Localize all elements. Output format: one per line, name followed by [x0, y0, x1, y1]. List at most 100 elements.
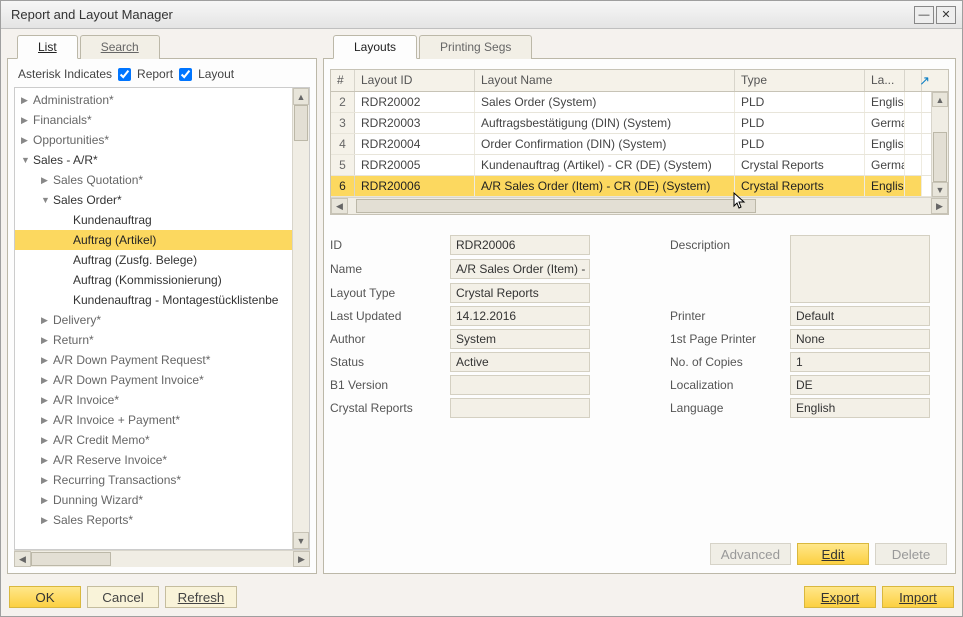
language-label: Language [670, 401, 780, 415]
chevron-icon [41, 475, 53, 486]
col-header-language[interactable]: La... [865, 70, 905, 91]
grid-scroll-left-icon[interactable]: ◀ [331, 198, 348, 214]
tab-printing-segs-label: Printing Segs [440, 40, 511, 54]
layout-checkbox[interactable] [179, 68, 192, 81]
expand-grid-icon[interactable]: ↗ [919, 73, 930, 89]
tree-item[interactable]: Auftrag (Artikel) [15, 230, 292, 250]
tree-item-label: Dunning Wizard* [53, 493, 143, 507]
description-label: Description [670, 238, 780, 252]
grid-vertical-scrollbar[interactable]: ▲ ▼ [931, 92, 948, 197]
tree-item-label: Kundenauftrag - Montagestücklistenbe [73, 293, 278, 307]
tree-item[interactable]: Auftrag (Zusfg. Belege) [15, 250, 292, 270]
tree-vertical-scrollbar[interactable]: ▲ ▼ [292, 88, 309, 549]
col-header-layout-name[interactable]: Layout Name [475, 70, 735, 91]
tree-item[interactable]: Recurring Transactions* [15, 470, 292, 490]
cell-scroll-spacer [905, 155, 922, 175]
cell-name: Kundenauftrag (Artikel) - CR (DE) (Syste… [475, 155, 735, 175]
cell-type: PLD [735, 113, 865, 133]
tree-item[interactable]: Auftrag (Kommissionierung) [15, 270, 292, 290]
tree-item[interactable]: A/R Reserve Invoice* [15, 450, 292, 470]
cell-num: 4 [331, 134, 355, 154]
col-header-layout-id[interactable]: Layout ID [355, 70, 475, 91]
tab-search[interactable]: Search [80, 35, 160, 59]
edit-button-label: Edit [822, 547, 845, 562]
refresh-button[interactable]: Refresh [165, 586, 237, 608]
right-tabstrip: Layouts Printing Segs [323, 35, 956, 59]
tree-item[interactable]: Delivery* [15, 310, 292, 330]
table-row[interactable]: 5RDR20005Kundenauftrag (Artikel) - CR (D… [331, 155, 948, 176]
scroll-thumb[interactable] [294, 105, 308, 141]
layout-type-label: Layout Type [330, 286, 440, 300]
advanced-button: Advanced [710, 543, 791, 565]
chevron-icon [41, 495, 53, 506]
tree-item[interactable]: A/R Invoice + Payment* [15, 410, 292, 430]
chevron-icon [41, 455, 53, 466]
tree-item-label: Sales Order* [53, 193, 122, 207]
tree-item[interactable]: Administration* [15, 90, 292, 110]
copies-label: No. of Copies [670, 355, 780, 369]
tree-item[interactable]: Sales Quotation* [15, 170, 292, 190]
grid-vscroll-thumb[interactable] [933, 132, 947, 182]
tree-item[interactable]: Sales Reports* [15, 510, 292, 530]
report-checkbox[interactable] [118, 68, 131, 81]
grid-scroll-right-icon[interactable]: ▶ [931, 198, 948, 214]
table-row[interactable]: 6RDR20006A/R Sales Order (Item) - CR (DE… [331, 176, 948, 197]
close-button[interactable]: ✕ [936, 6, 956, 24]
tree-item[interactable]: A/R Credit Memo* [15, 430, 292, 450]
tree-item[interactable]: A/R Down Payment Invoice* [15, 370, 292, 390]
export-button[interactable]: Export [804, 586, 876, 608]
cell-id: RDR20006 [355, 176, 475, 196]
cell-name: A/R Sales Order (Item) - CR (DE) (System… [475, 176, 735, 196]
edit-button[interactable]: Edit [797, 543, 869, 565]
printer-label: Printer [670, 309, 780, 323]
tree-item-label: Auftrag (Kommissionierung) [73, 273, 222, 287]
tree-item[interactable]: Kundenauftrag - Montagestücklistenbe [15, 290, 292, 310]
grid-scroll-down-icon[interactable]: ▼ [932, 182, 948, 197]
col-header-type[interactable]: Type [735, 70, 865, 91]
first-page-printer-value: None [790, 329, 930, 349]
scroll-down-arrow-icon[interactable]: ▼ [293, 532, 309, 549]
tree-item[interactable]: Opportunities* [15, 130, 292, 150]
name-label: Name [330, 262, 440, 276]
hscroll-thumb[interactable] [31, 552, 111, 566]
nav-tree[interactable]: Administration*Financials*Opportunities*… [15, 88, 292, 549]
grid-rows-container: 2RDR20002Sales Order (System)PLDEnglish3… [331, 92, 948, 197]
table-row[interactable]: 4RDR20004Order Confirmation (DIN) (Syste… [331, 134, 948, 155]
tree-item-label: Return* [53, 333, 94, 347]
scroll-right-arrow-icon[interactable]: ▶ [293, 551, 310, 567]
hscroll-track[interactable] [31, 551, 293, 567]
import-button[interactable]: Import [882, 586, 954, 608]
tree-item[interactable]: Sales Order* [15, 190, 292, 210]
tree-item[interactable]: A/R Invoice* [15, 390, 292, 410]
grid-horizontal-scrollbar[interactable]: ◀ ▶ [331, 197, 948, 214]
tree-item-label: A/R Invoice* [53, 393, 119, 407]
grid-header-row: # Layout ID Layout Name Type La... [331, 70, 948, 92]
tab-list[interactable]: List [17, 35, 78, 59]
grid-vscroll-track[interactable] [932, 107, 948, 182]
tree-item[interactable]: Dunning Wizard* [15, 490, 292, 510]
scroll-left-arrow-icon[interactable]: ◀ [14, 551, 31, 567]
grid-scroll-up-icon[interactable]: ▲ [932, 92, 948, 107]
cell-scroll-spacer [905, 176, 922, 196]
tree-item[interactable]: Return* [15, 330, 292, 350]
copies-value: 1 [790, 352, 930, 372]
grid-hscroll-thumb[interactable] [356, 199, 756, 213]
table-row[interactable]: 3RDR20003Auftragsbestätigung (DIN) (Syst… [331, 113, 948, 134]
scroll-up-arrow-icon[interactable]: ▲ [293, 88, 309, 105]
tab-printing-segs[interactable]: Printing Segs [419, 35, 532, 59]
tree-item[interactable]: Financials* [15, 110, 292, 130]
col-header-index[interactable]: # [331, 70, 355, 91]
tree-horizontal-scrollbar[interactable]: ◀ ▶ [14, 550, 310, 567]
grid-hscroll-track[interactable] [348, 198, 931, 214]
tree-item[interactable]: A/R Down Payment Request* [15, 350, 292, 370]
tree-item[interactable]: Kundenauftrag [15, 210, 292, 230]
minimize-button[interactable]: — [914, 6, 934, 24]
cancel-button[interactable]: Cancel [87, 586, 159, 608]
ok-button[interactable]: OK [9, 586, 81, 608]
detail-form: ID RDR20006 Description Name A/R Sales O… [330, 235, 949, 418]
tree-item[interactable]: Sales - A/R* [15, 150, 292, 170]
table-row[interactable]: 2RDR20002Sales Order (System)PLDEnglish [331, 92, 948, 113]
chevron-icon [21, 135, 33, 146]
tab-layouts[interactable]: Layouts [333, 35, 417, 59]
asterisk-label: Asterisk Indicates [18, 67, 112, 81]
